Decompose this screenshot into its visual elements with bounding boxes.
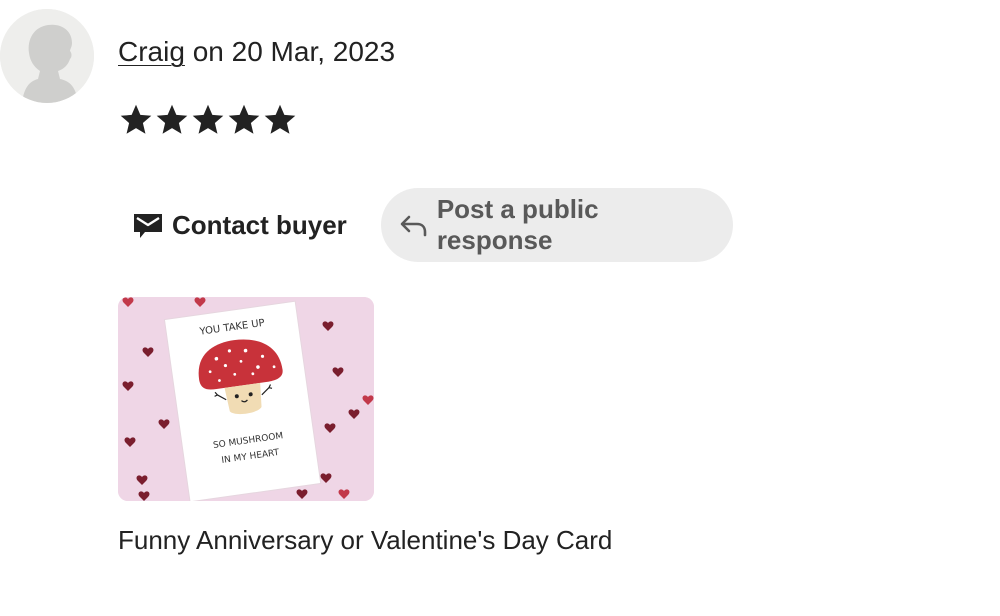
- product-title[interactable]: Funny Anniversary or Valentine's Day Car…: [118, 522, 612, 558]
- review-item: Craig on 20 Mar, 2023 Contact buyer Post…: [0, 0, 1000, 616]
- envelope-icon: [132, 209, 164, 241]
- author-link[interactable]: Craig: [118, 36, 185, 67]
- user-silhouette-icon: [0, 9, 94, 103]
- review-byline: Craig on 20 Mar, 2023: [118, 34, 395, 70]
- post-public-response-label: Post a public response: [436, 194, 599, 255]
- star-rating: [118, 102, 298, 138]
- review-actions: Contact buyer Post a public response: [118, 188, 733, 262]
- star-icon: [228, 104, 260, 134]
- review-photo[interactable]: YOU TAKE UP SO MUSHROOM IN MY HEART: [118, 297, 374, 501]
- reply-arrow-icon: [397, 209, 429, 241]
- review-photo-image: YOU TAKE UP SO MUSHROOM IN MY HEART: [118, 297, 374, 501]
- star-icon: [156, 104, 188, 134]
- review-date: 20 Mar, 2023: [231, 36, 396, 67]
- date-prefix: on: [184, 36, 232, 67]
- star-icon: [192, 104, 224, 134]
- contact-buyer-label: Contact buyer: [172, 209, 347, 240]
- star-icon: [120, 104, 152, 134]
- post-public-response-button[interactable]: Post a public response: [380, 188, 733, 262]
- contact-buyer-button[interactable]: Contact buyer: [118, 188, 363, 262]
- avatar[interactable]: [0, 9, 94, 103]
- star-icon: [264, 104, 296, 134]
